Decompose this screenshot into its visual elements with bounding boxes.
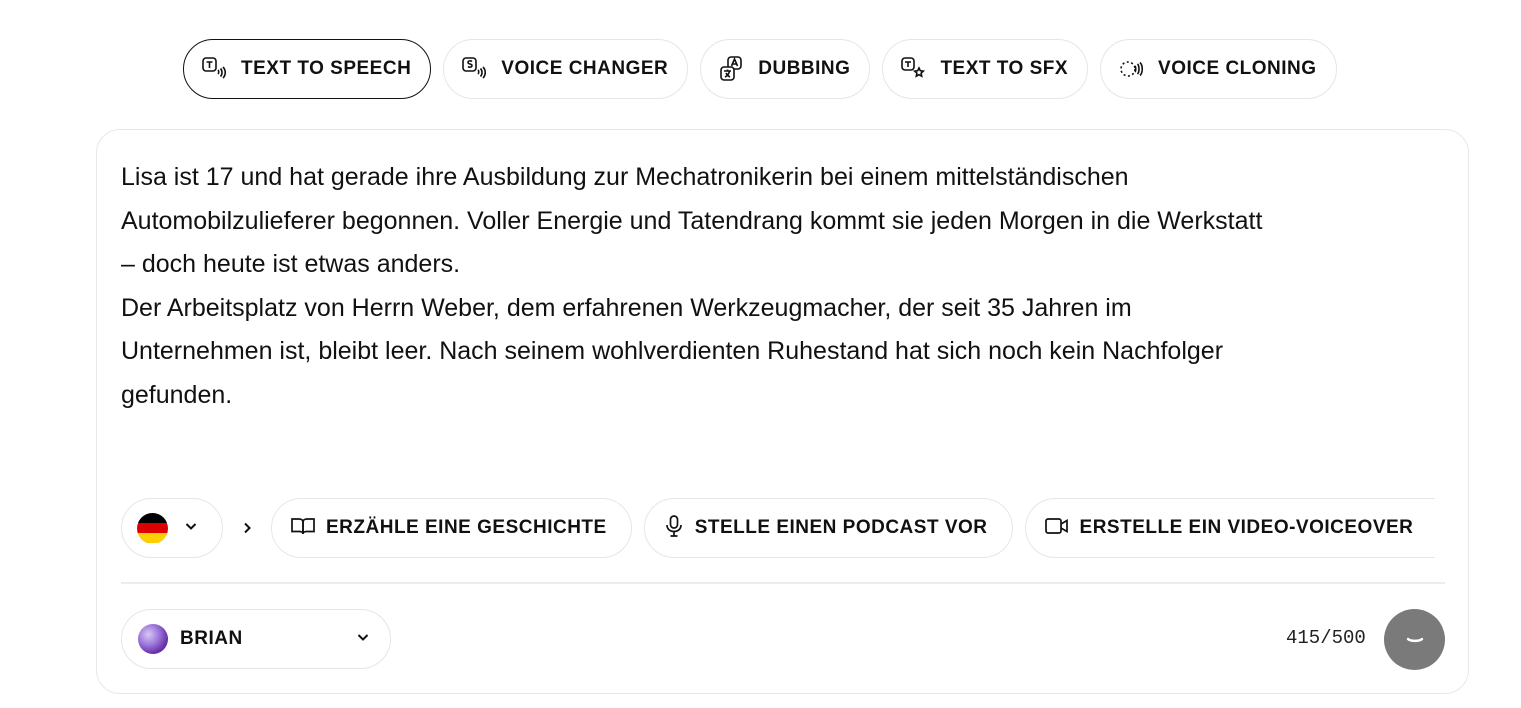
tab-label: VOICE CLONING [1158, 58, 1317, 79]
voice-selector[interactable]: BRIAN [121, 609, 391, 669]
language-selector[interactable] [121, 498, 223, 558]
text-input[interactable]: Lisa ist 17 und hat gerade ihre Ausbildu… [121, 156, 1441, 476]
chevron-down-icon [356, 630, 370, 649]
german-flag-icon [137, 512, 168, 544]
tab-dubbing[interactable]: DUBBING [700, 39, 871, 99]
suggestion-label: STELLE EINEN PODCAST VOR [694, 517, 988, 538]
character-counter: 415/500 [1286, 627, 1366, 649]
voice-avatar [138, 624, 168, 654]
suggestion-video-voiceover[interactable]: ERSTELLE EIN VIDEO-VOICEOVER [1024, 498, 1436, 558]
tab-text-to-sfx[interactable]: TEXT TO SFX [882, 39, 1089, 99]
text-to-sfx-icon [900, 55, 928, 83]
tab-label: DUBBING [758, 58, 851, 79]
text-to-speech-icon [201, 55, 229, 83]
tab-label: VOICE CHANGER [501, 58, 669, 79]
video-camera-icon [1044, 515, 1070, 542]
suggestion-label: ERSTELLE EIN VIDEO-VOICEOVER [1079, 517, 1414, 538]
chevron-right-icon[interactable] [223, 521, 271, 535]
suggestion-label: ERZÄHLE EINE GESCHICHTE [326, 517, 607, 538]
tab-label: TEXT TO SPEECH [241, 58, 412, 79]
loading-icon [1403, 625, 1427, 654]
tab-voice-changer[interactable]: VOICE CHANGER [443, 39, 689, 99]
voice-cloning-icon [1118, 55, 1146, 83]
play-button[interactable] [1384, 609, 1445, 670]
tab-label: TEXT TO SFX [940, 58, 1069, 79]
suggestion-row: ERZÄHLE EINE GESCHICHTE STELLE EINEN POD… [121, 498, 1436, 558]
tab-voice-cloning[interactable]: VOICE CLONING [1100, 39, 1337, 99]
microphone-icon [663, 514, 685, 543]
voice-changer-icon [461, 55, 489, 83]
product-tabs: TEXT TO SPEECH VOICE CHANGER DUBBING TEX… [183, 39, 1337, 99]
book-icon [290, 515, 316, 542]
suggestion-podcast[interactable]: STELLE EINEN PODCAST VOR [643, 498, 1013, 558]
suggestion-tell-story[interactable]: ERZÄHLE EINE GESCHICHTE [271, 498, 632, 558]
chevron-down-icon [184, 519, 198, 538]
tab-text-to-speech[interactable]: TEXT TO SPEECH [183, 39, 432, 99]
voice-name: BRIAN [180, 628, 243, 649]
tts-card: Lisa ist 17 und hat gerade ihre Ausbildu… [96, 129, 1469, 694]
dubbing-icon [718, 55, 746, 83]
divider [121, 582, 1445, 584]
